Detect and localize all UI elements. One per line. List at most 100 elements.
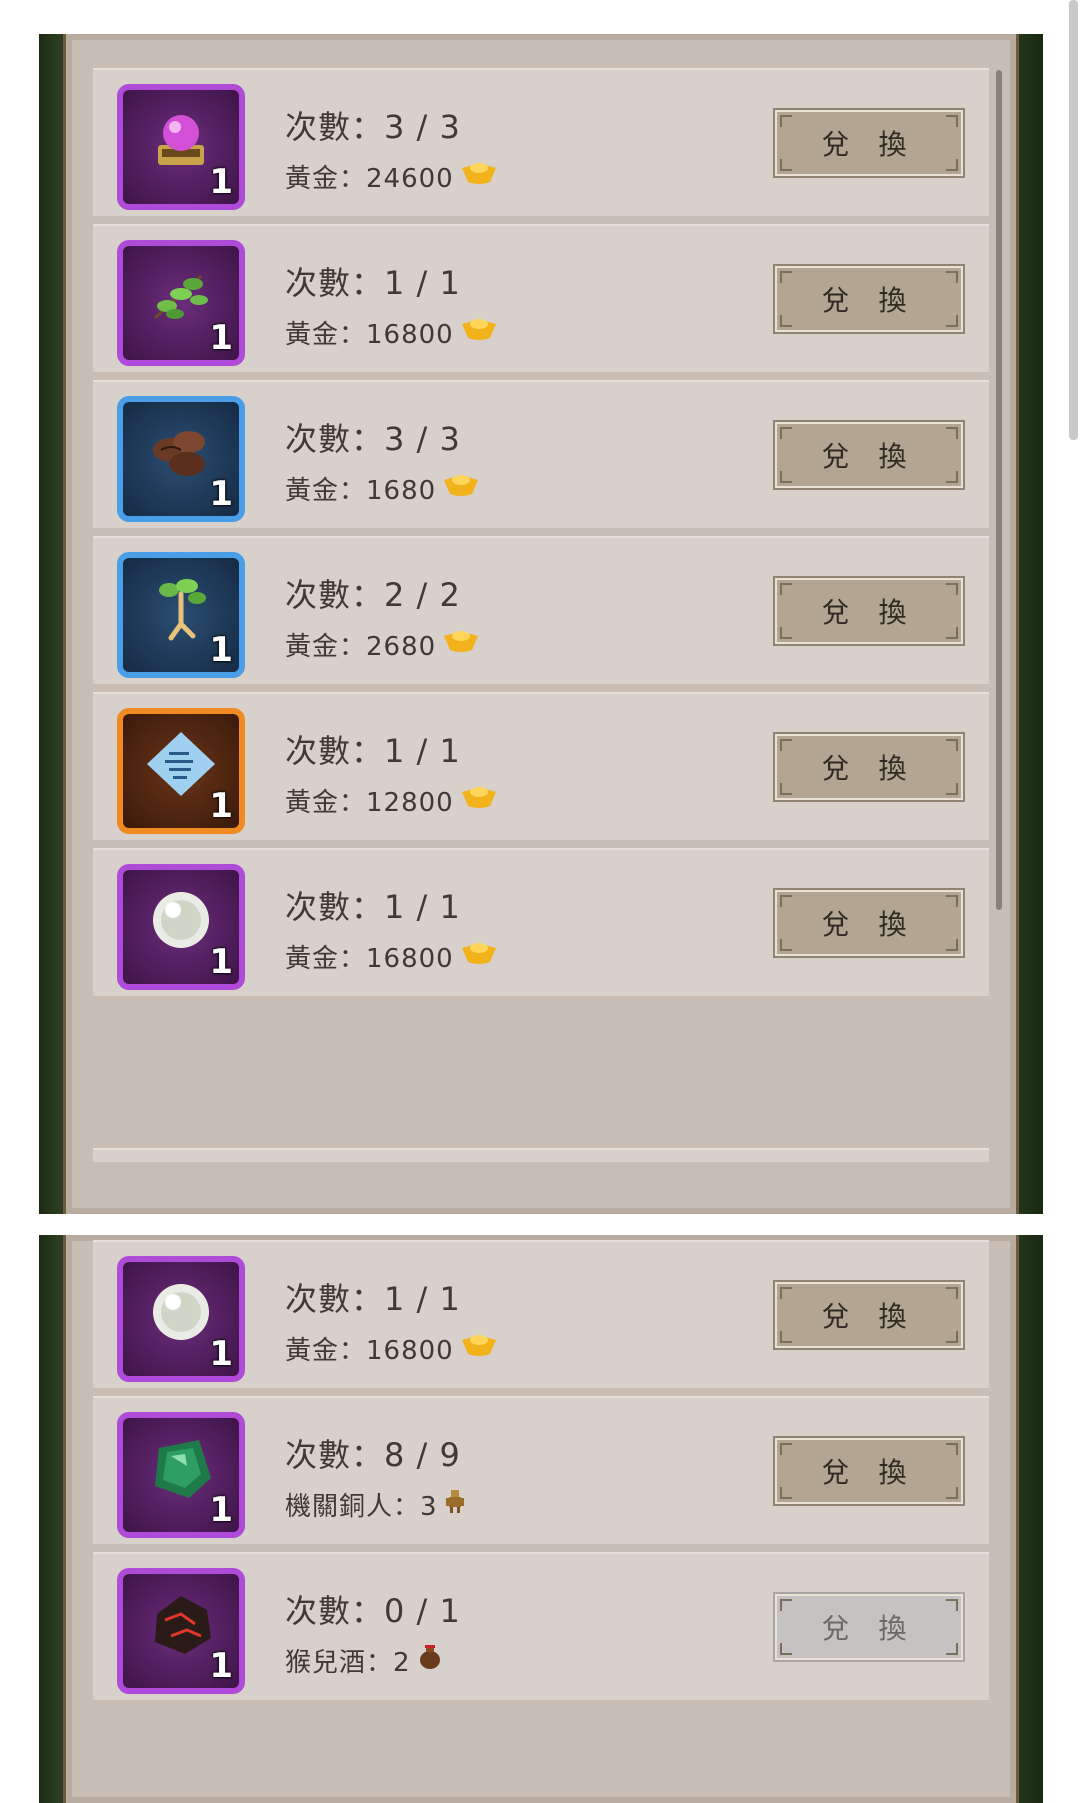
button-corner-ornament [780,783,792,795]
button-corner-ornament [946,315,958,327]
item-quantity: 1 [209,1490,233,1530]
exchange-row: 1 次數：2 / 2 黃金：2680 兌 換 [93,536,989,684]
button-corner-ornament [780,471,792,483]
exchange-cost-label: 黃金：16800 [285,320,454,350]
exchange-cost: 猴兒酒：2 [285,1642,443,1679]
button-corner-ornament [780,1487,792,1499]
button-corner-ornament [946,427,958,439]
exchange-button-label: 兌 換 [821,440,917,473]
item-quantity: 1 [209,1334,233,1374]
exchange-button-label: 兌 換 [821,1456,917,1489]
exchange-times-label: 次數：1 / 1 [285,732,461,770]
item-slot[interactable]: 1 [117,1412,245,1538]
button-corner-ornament [946,271,958,283]
button-corner-ornament [946,1643,958,1655]
button-corner-ornament [946,627,958,639]
button-corner-ornament [780,739,792,751]
button-corner-ornament [946,895,958,907]
exchange-cost-label: 黃金：16800 [285,944,454,974]
exchange-button-label: 兌 換 [821,128,917,161]
exchange-times-label: 次數：1 / 1 [285,264,461,302]
exchange-button-label: 兌 換 [821,1300,917,1333]
gold-ingot-icon [460,316,498,349]
exchange-cost: 黃金：24600 [285,158,498,195]
exchange-button[interactable]: 兌 換 [773,732,965,802]
exchange-button[interactable]: 兌 換 [773,888,965,958]
exchange-times-label: 次數：1 / 1 [285,888,461,926]
button-corner-ornament [780,1599,792,1611]
item-quantity: 1 [209,474,233,514]
gold-ingot-icon [442,628,480,661]
exchange-cost-label: 黃金：1680 [285,476,437,506]
exchange-button[interactable]: 兌 換 [773,1280,965,1350]
exchange-button[interactable]: 兌 換 [773,576,965,646]
exchange-button[interactable]: 兌 換 [773,1592,965,1662]
button-corner-ornament [946,939,958,951]
exchange-row: 1 次數：3 / 3 黃金：1680 兌 換 [93,380,989,528]
button-corner-ornament [780,427,792,439]
item-quantity: 1 [209,630,233,670]
exchange-button-label: 兌 換 [821,908,917,941]
exchange-cost-label: 猴兒酒：2 [285,1648,411,1678]
exchange-row: 1 次數：1 / 1 黃金：16800 兌 換 [93,848,989,996]
exchange-cost: 黃金：16800 [285,314,498,351]
button-corner-ornament [780,583,792,595]
exchange-times-label: 次數：2 / 2 [285,576,461,614]
exchange-cost: 機關銅人：3 [285,1486,466,1523]
list-divider [93,1148,989,1162]
exchange-button-label: 兌 換 [821,284,917,317]
exchange-cost-label: 機關銅人：3 [285,1492,438,1522]
item-slot[interactable]: 1 [117,864,245,990]
page-scrollbar[interactable] [1069,0,1078,440]
button-corner-ornament [780,939,792,951]
exchange-button[interactable]: 兌 換 [773,420,965,490]
item-slot[interactable]: 1 [117,240,245,366]
button-corner-ornament [780,627,792,639]
gold-ingot-icon [460,784,498,817]
gold-ingot-icon [442,472,480,505]
button-corner-ornament [780,115,792,127]
exchange-cost: 黃金：2680 [285,626,480,663]
gold-ingot-icon [460,1332,498,1365]
button-corner-ornament [946,159,958,171]
button-corner-ornament [946,115,958,127]
exchange-cost-label: 黃金：24600 [285,164,454,194]
item-slot[interactable]: 1 [117,1256,245,1382]
item-slot[interactable]: 1 [117,708,245,834]
exchange-times-label: 次數：1 / 1 [285,1280,461,1318]
list-scrollbar[interactable] [996,70,1002,910]
exchange-row: 1 次數：1 / 1 黃金：16800 兌 換 [93,1240,989,1388]
gold-ingot-icon [460,160,498,193]
wine-jar-icon [417,1643,443,1678]
exchange-button[interactable]: 兌 換 [773,108,965,178]
exchange-row: 1 次數：0 / 1 猴兒酒：2 兌 換 [93,1552,989,1700]
exchange-button[interactable]: 兌 換 [773,264,965,334]
button-corner-ornament [780,315,792,327]
button-corner-ornament [780,1287,792,1299]
exchange-times-label: 次數：0 / 1 [285,1592,461,1630]
item-quantity: 1 [209,786,233,826]
item-slot[interactable]: 1 [117,84,245,210]
button-corner-ornament [946,1443,958,1455]
exchange-button[interactable]: 兌 換 [773,1436,965,1506]
button-corner-ornament [946,783,958,795]
exchange-cost: 黃金：16800 [285,1330,498,1367]
button-corner-ornament [946,583,958,595]
exchange-row: 1 次數：8 / 9 機關銅人：3 兌 換 [93,1396,989,1544]
button-corner-ornament [780,895,792,907]
gold-ingot-icon [460,940,498,973]
exchange-cost-label: 黃金：2680 [285,632,437,662]
exchange-cost: 黃金：12800 [285,782,498,819]
exchange-button-label: 兌 換 [821,752,917,785]
exchange-button-label: 兌 換 [821,596,917,629]
item-slot[interactable]: 1 [117,396,245,522]
button-corner-ornament [946,471,958,483]
exchange-row: 1 次數：1 / 1 黃金：12800 兌 換 [93,692,989,840]
item-quantity: 1 [209,1646,233,1686]
button-corner-ornament [780,159,792,171]
button-corner-ornament [946,1287,958,1299]
button-corner-ornament [780,1443,792,1455]
item-slot[interactable]: 1 [117,552,245,678]
exchange-times-label: 次數：8 / 9 [285,1436,461,1474]
item-slot[interactable]: 1 [117,1568,245,1694]
